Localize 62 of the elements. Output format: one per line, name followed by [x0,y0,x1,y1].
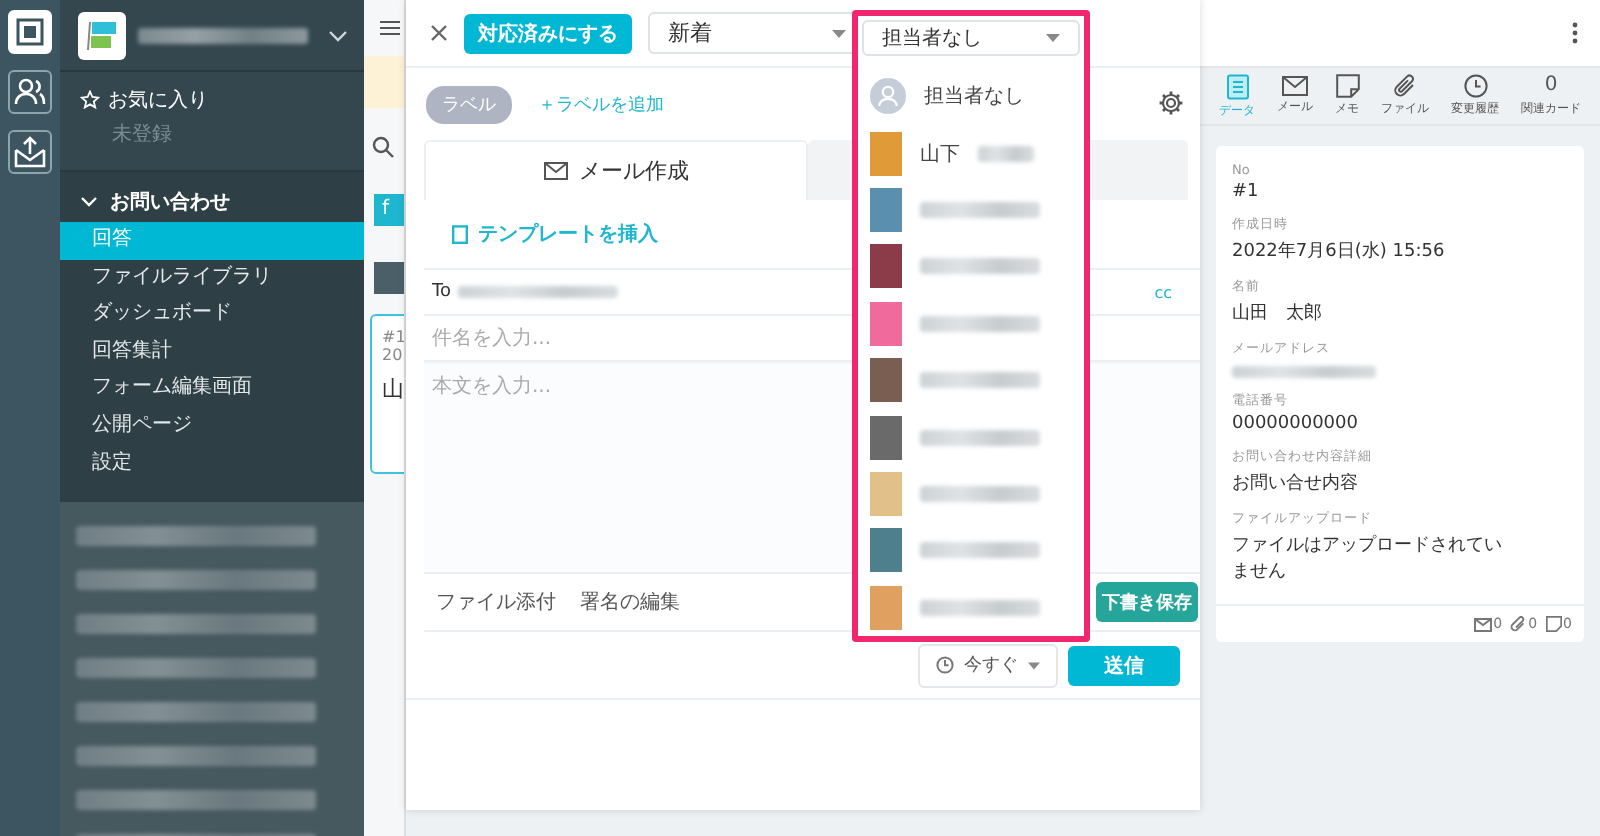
caret-icon [1028,661,1040,669]
note-icon [1335,74,1359,98]
edit-signature-link[interactable]: 署名の編集 [580,588,680,616]
mail-icon [1282,76,1308,96]
nav-item[interactable]: ファイルライブラリ [60,259,364,297]
close-icon[interactable] [430,24,448,42]
attach-file-link[interactable]: ファイル添付 [436,588,556,616]
field-value: #1 [1232,182,1261,202]
nav-item[interactable]: 設定 [60,445,364,483]
assignee-select[interactable]: 担当者なし [862,20,1080,57]
nav-item[interactable]: フォーム編集画面 [60,370,364,408]
nav-item[interactable]: ダッシュボード [60,296,364,334]
notice-banner [364,56,404,108]
redacted-block [920,202,1040,219]
mail-icon [543,162,567,180]
document-icon [1225,73,1249,99]
clock-icon [936,656,954,674]
card-number: #1 [382,328,404,346]
menu-item[interactable]: 担当者なし [858,68,1084,125]
redacted-block [920,486,1040,503]
redacted-block [978,145,1034,162]
clipboard-icon [452,224,468,244]
redacted-block [920,315,1040,332]
chevron-icon [80,196,98,208]
clock-icon [1463,74,1487,98]
card-date: 20 [382,346,404,364]
nav-item[interactable]: 公開ページ [60,407,364,446]
redacted-block [1232,366,1376,378]
field-value: 2022年7月6日(水) 15:56 [1232,239,1447,264]
redacted-block [920,372,1040,389]
caret-icon [832,29,846,37]
field-value: 山田 太郎 [1232,301,1324,326]
logo-icon[interactable] [78,11,126,59]
field-value: お問い合せ内容 [1232,471,1360,496]
card-name: 山 [382,374,404,404]
app-icon[interactable] [8,10,52,54]
menu-item[interactable]: 山下 [858,124,1084,182]
redacted-block [920,599,1040,616]
chevron-down-icon[interactable] [328,29,348,41]
schedule-select[interactable]: 今すぐ [918,643,1058,687]
field-value: ファイルはアップロードされていません [1232,532,1504,584]
star-icon [80,90,100,110]
caret-icon [1046,34,1060,43]
menu-icon[interactable] [380,20,400,36]
nav-item[interactable]: 回答集計 [60,333,364,371]
field-value: 00000000000 [1232,414,1360,434]
section-title: お気に入り [108,87,208,114]
user-icon [870,78,906,115]
redacted-block [920,429,1040,446]
users-icon[interactable] [8,70,52,114]
settings-icon[interactable] [1158,90,1184,116]
redacted-block [920,258,1040,275]
compose-tab[interactable]: メール作成 [424,140,808,200]
more-icon[interactable] [1572,22,1578,44]
to-label: To [432,282,451,302]
paperclip-icon [1394,74,1416,98]
list-card[interactable]: #1 20 山 [370,314,404,474]
empty-note: 未登録 [110,121,174,150]
redacted-block [920,542,1040,559]
search-icon[interactable] [372,136,394,158]
inbox-icon[interactable] [8,130,52,174]
group-header[interactable]: お問い合わせ [60,182,364,222]
